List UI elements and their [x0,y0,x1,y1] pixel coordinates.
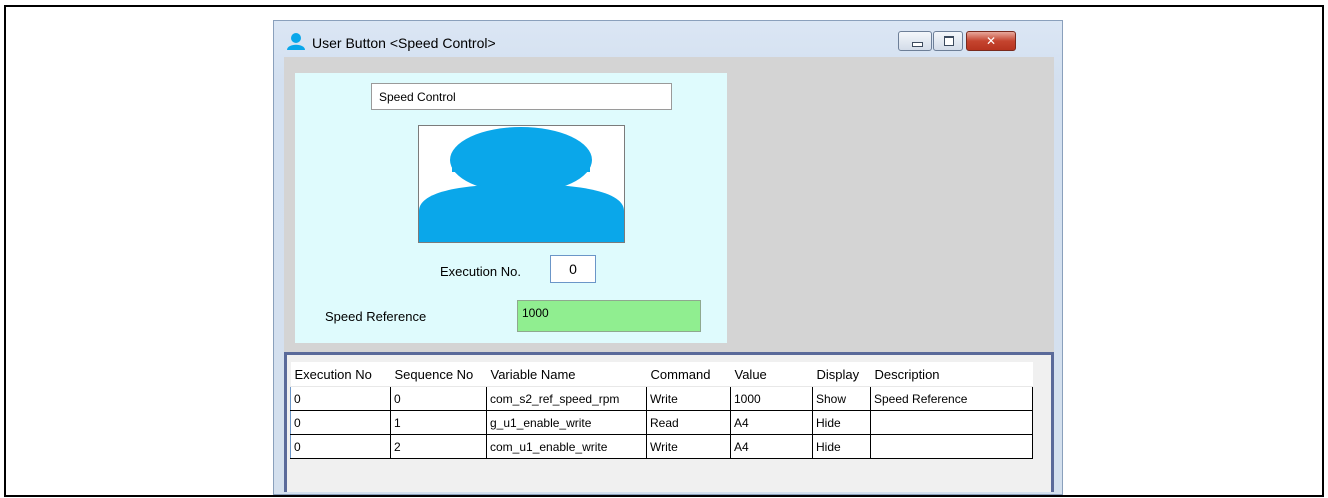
speed-reference-label: Speed Reference [325,309,427,324]
cell-description[interactable]: Speed Reference [870,386,1033,411]
maximize-button[interactable] [933,31,963,51]
cell-sequence-no[interactable]: 0 [390,386,487,411]
cell-display[interactable]: Hide [812,410,871,435]
cell-display[interactable]: Hide [812,434,871,459]
title-bar[interactable]: User Button <Speed Control> ✕ [274,21,1062,57]
cell-sequence-no[interactable]: 2 [390,434,487,459]
column-header-command[interactable]: Command [646,362,731,387]
user-button-panel: Speed Control Execution No. 0 Speed Refe… [295,73,727,343]
speed-reference-field[interactable]: 1000 [517,300,701,332]
window-client-area: Speed Control Execution No. 0 Speed Refe… [284,57,1054,492]
cell-variable-name[interactable]: g_u1_enable_write [486,410,647,435]
avatar-silhouette-icon [419,127,624,242]
cell-value[interactable]: A4 [730,410,813,435]
maximize-icon [944,36,954,46]
sequence-grid: Execution No Sequence No Variable Name C… [284,352,1054,492]
cell-sequence-no[interactable]: 1 [390,410,487,435]
cell-description[interactable] [870,410,1033,435]
cell-display[interactable]: Show [812,386,871,411]
close-button[interactable]: ✕ [966,31,1016,51]
user-avatar-image[interactable] [418,125,625,243]
table-header-row: Execution No Sequence No Variable Name C… [290,362,1033,387]
sequence-table: Execution No Sequence No Variable Name C… [290,362,1033,459]
column-header-value[interactable]: Value [730,362,813,387]
column-header-execution-no[interactable]: Execution No [290,362,391,387]
column-header-variable-name[interactable]: Variable Name [486,362,647,387]
cell-description[interactable] [870,434,1033,459]
execution-no-label: Execution No. [440,264,521,279]
cell-command[interactable]: Read [646,410,731,435]
user-button-window: User Button <Speed Control> ✕ Speed Cont… [273,20,1063,495]
cell-value[interactable]: 1000 [730,386,813,411]
minimize-button[interactable] [898,31,932,51]
cell-command[interactable]: Write [646,434,731,459]
cell-variable-name[interactable]: com_s2_ref_speed_rpm [486,386,647,411]
button-name-field[interactable]: Speed Control [371,83,672,110]
column-header-sequence-no[interactable]: Sequence No [390,362,487,387]
table-row[interactable]: 0 0 com_s2_ref_speed_rpm Write 1000 Show… [290,386,1033,411]
table-row[interactable]: 0 2 com_u1_enable_write Write A4 Hide [290,434,1033,459]
column-header-description[interactable]: Description [870,362,1033,387]
execution-no-field[interactable]: 0 [550,255,596,283]
minimize-icon [912,42,923,47]
column-header-display[interactable]: Display [812,362,871,387]
cell-execution-no[interactable]: 0 [290,386,391,411]
cell-command[interactable]: Write [646,386,731,411]
cell-value[interactable]: A4 [730,434,813,459]
cell-execution-no[interactable]: 0 [290,434,391,459]
cell-variable-name[interactable]: com_u1_enable_write [486,434,647,459]
user-icon [287,33,305,50]
cell-execution-no[interactable]: 0 [290,410,391,435]
table-row[interactable]: 0 1 g_u1_enable_write Read A4 Hide [290,410,1033,435]
window-title: User Button <Speed Control> [312,35,496,51]
close-icon: ✕ [985,34,997,48]
